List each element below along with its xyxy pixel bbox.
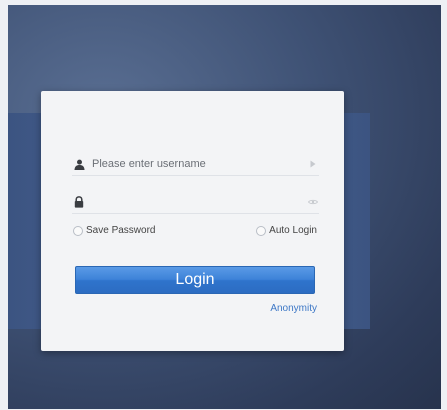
arrow-right-icon[interactable] (307, 158, 319, 170)
username-input[interactable] (92, 154, 307, 174)
lock-icon (72, 195, 86, 209)
password-field (72, 191, 319, 214)
anonymity-link[interactable]: Anonymity (270, 303, 317, 314)
login-button[interactable]: Login (75, 266, 315, 294)
save-password-label: Save Password (86, 225, 156, 236)
eye-icon[interactable] (307, 196, 319, 208)
save-password-option[interactable]: Save Password (73, 225, 155, 236)
user-icon (72, 157, 86, 171)
login-card: Save Password Auto Login Login Anonymity (41, 91, 344, 351)
save-password-radio[interactable] (73, 225, 83, 236)
auto-login-option[interactable]: Auto Login (256, 225, 317, 236)
login-screen: Save Password Auto Login Login Anonymity (0, 0, 447, 410)
username-field (72, 153, 319, 176)
password-input[interactable] (92, 192, 307, 212)
auto-login-label: Auto Login (269, 225, 317, 236)
auto-login-radio[interactable] (256, 225, 267, 236)
